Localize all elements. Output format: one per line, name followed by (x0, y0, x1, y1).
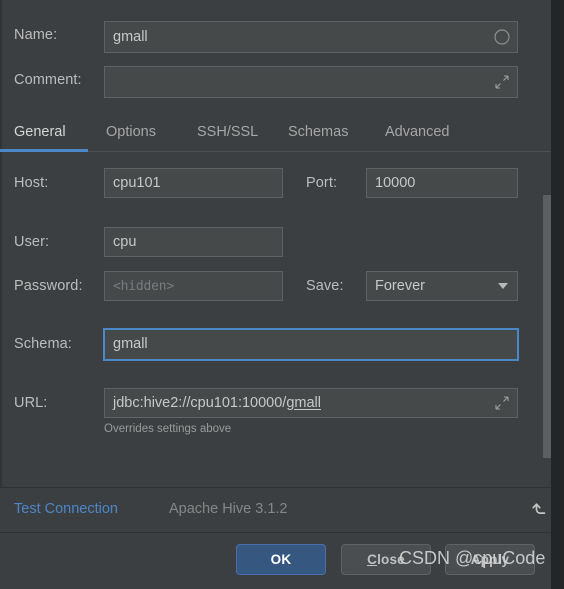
tab-advanced[interactable]: Advanced (385, 124, 450, 140)
port-label: Port: (306, 175, 338, 191)
general-tab-panel: Host: cpu101 Port: 10000 User: cpu Passw… (0, 152, 551, 486)
tab-options[interactable]: Options (106, 124, 156, 140)
connection-status-bar: Test Connection Apache Hive 3.1.2 (0, 488, 551, 532)
save-label: Save: (306, 278, 344, 294)
save-mode-dropdown[interactable]: Forever (366, 271, 518, 301)
user-label: User: (14, 234, 50, 250)
dialog-right-gutter (551, 0, 564, 589)
close-button-label: lose (377, 552, 405, 567)
revert-changes-icon[interactable] (530, 497, 552, 519)
schema-input-value: gmall (113, 336, 148, 353)
port-input-value: 10000 (375, 174, 416, 191)
color-circle-icon[interactable] (494, 29, 510, 45)
port-input[interactable]: 10000 (366, 168, 518, 198)
dialog-header: Name: gmall Comment: (0, 0, 551, 110)
close-button-mnemonic: C (367, 552, 378, 567)
driver-status-text: Apache Hive 3.1.2 (169, 501, 288, 517)
dialog-button-bar: OK Close Apply (0, 533, 551, 589)
tab-ssh-ssl[interactable]: SSH/SSL (197, 124, 258, 140)
password-input[interactable]: <hidden> (104, 271, 283, 301)
url-input-prefix: jdbc:hive2://cpu101:10000/ (113, 394, 287, 411)
url-label: URL: (14, 395, 48, 411)
host-input-value: cpu101 (113, 174, 161, 191)
user-input-value: cpu (113, 233, 137, 250)
database-connection-dialog: Name: gmall Comment: General Options SSH… (0, 0, 564, 589)
comment-input[interactable] (104, 66, 518, 98)
name-label: Name: (14, 27, 58, 43)
user-input[interactable]: cpu (104, 227, 283, 257)
host-label: Host: (14, 175, 49, 191)
schema-label: Schema: (14, 336, 72, 352)
save-mode-value: Forever (375, 278, 425, 294)
test-connection-link[interactable]: Test Connection (14, 501, 118, 517)
close-button[interactable]: Close (341, 544, 431, 575)
password-placeholder: <hidden> (113, 278, 175, 294)
name-input-value: gmall (113, 28, 148, 45)
url-override-hint: Overrides settings above (104, 423, 232, 435)
schema-input[interactable]: gmall (103, 328, 519, 361)
chevron-down-icon[interactable] (498, 283, 508, 289)
password-label: Password: (14, 278, 83, 294)
expand-editor-icon[interactable] (494, 74, 510, 90)
tab-general[interactable]: General (14, 124, 66, 140)
url-input[interactable]: jdbc:hive2://cpu101:10000/gmall (104, 388, 518, 418)
name-input[interactable]: gmall (104, 21, 518, 53)
ok-button[interactable]: OK (236, 544, 326, 575)
url-input-schema-part: gmall (286, 394, 321, 411)
apply-button[interactable]: Apply (445, 544, 535, 575)
comment-label: Comment: (14, 72, 82, 88)
host-input[interactable]: cpu101 (104, 168, 283, 198)
expand-url-editor-icon[interactable] (494, 395, 510, 411)
tab-schemas[interactable]: Schemas (288, 124, 348, 140)
settings-tabbar: General Options SSH/SSL Schemas Advanced (0, 117, 551, 152)
